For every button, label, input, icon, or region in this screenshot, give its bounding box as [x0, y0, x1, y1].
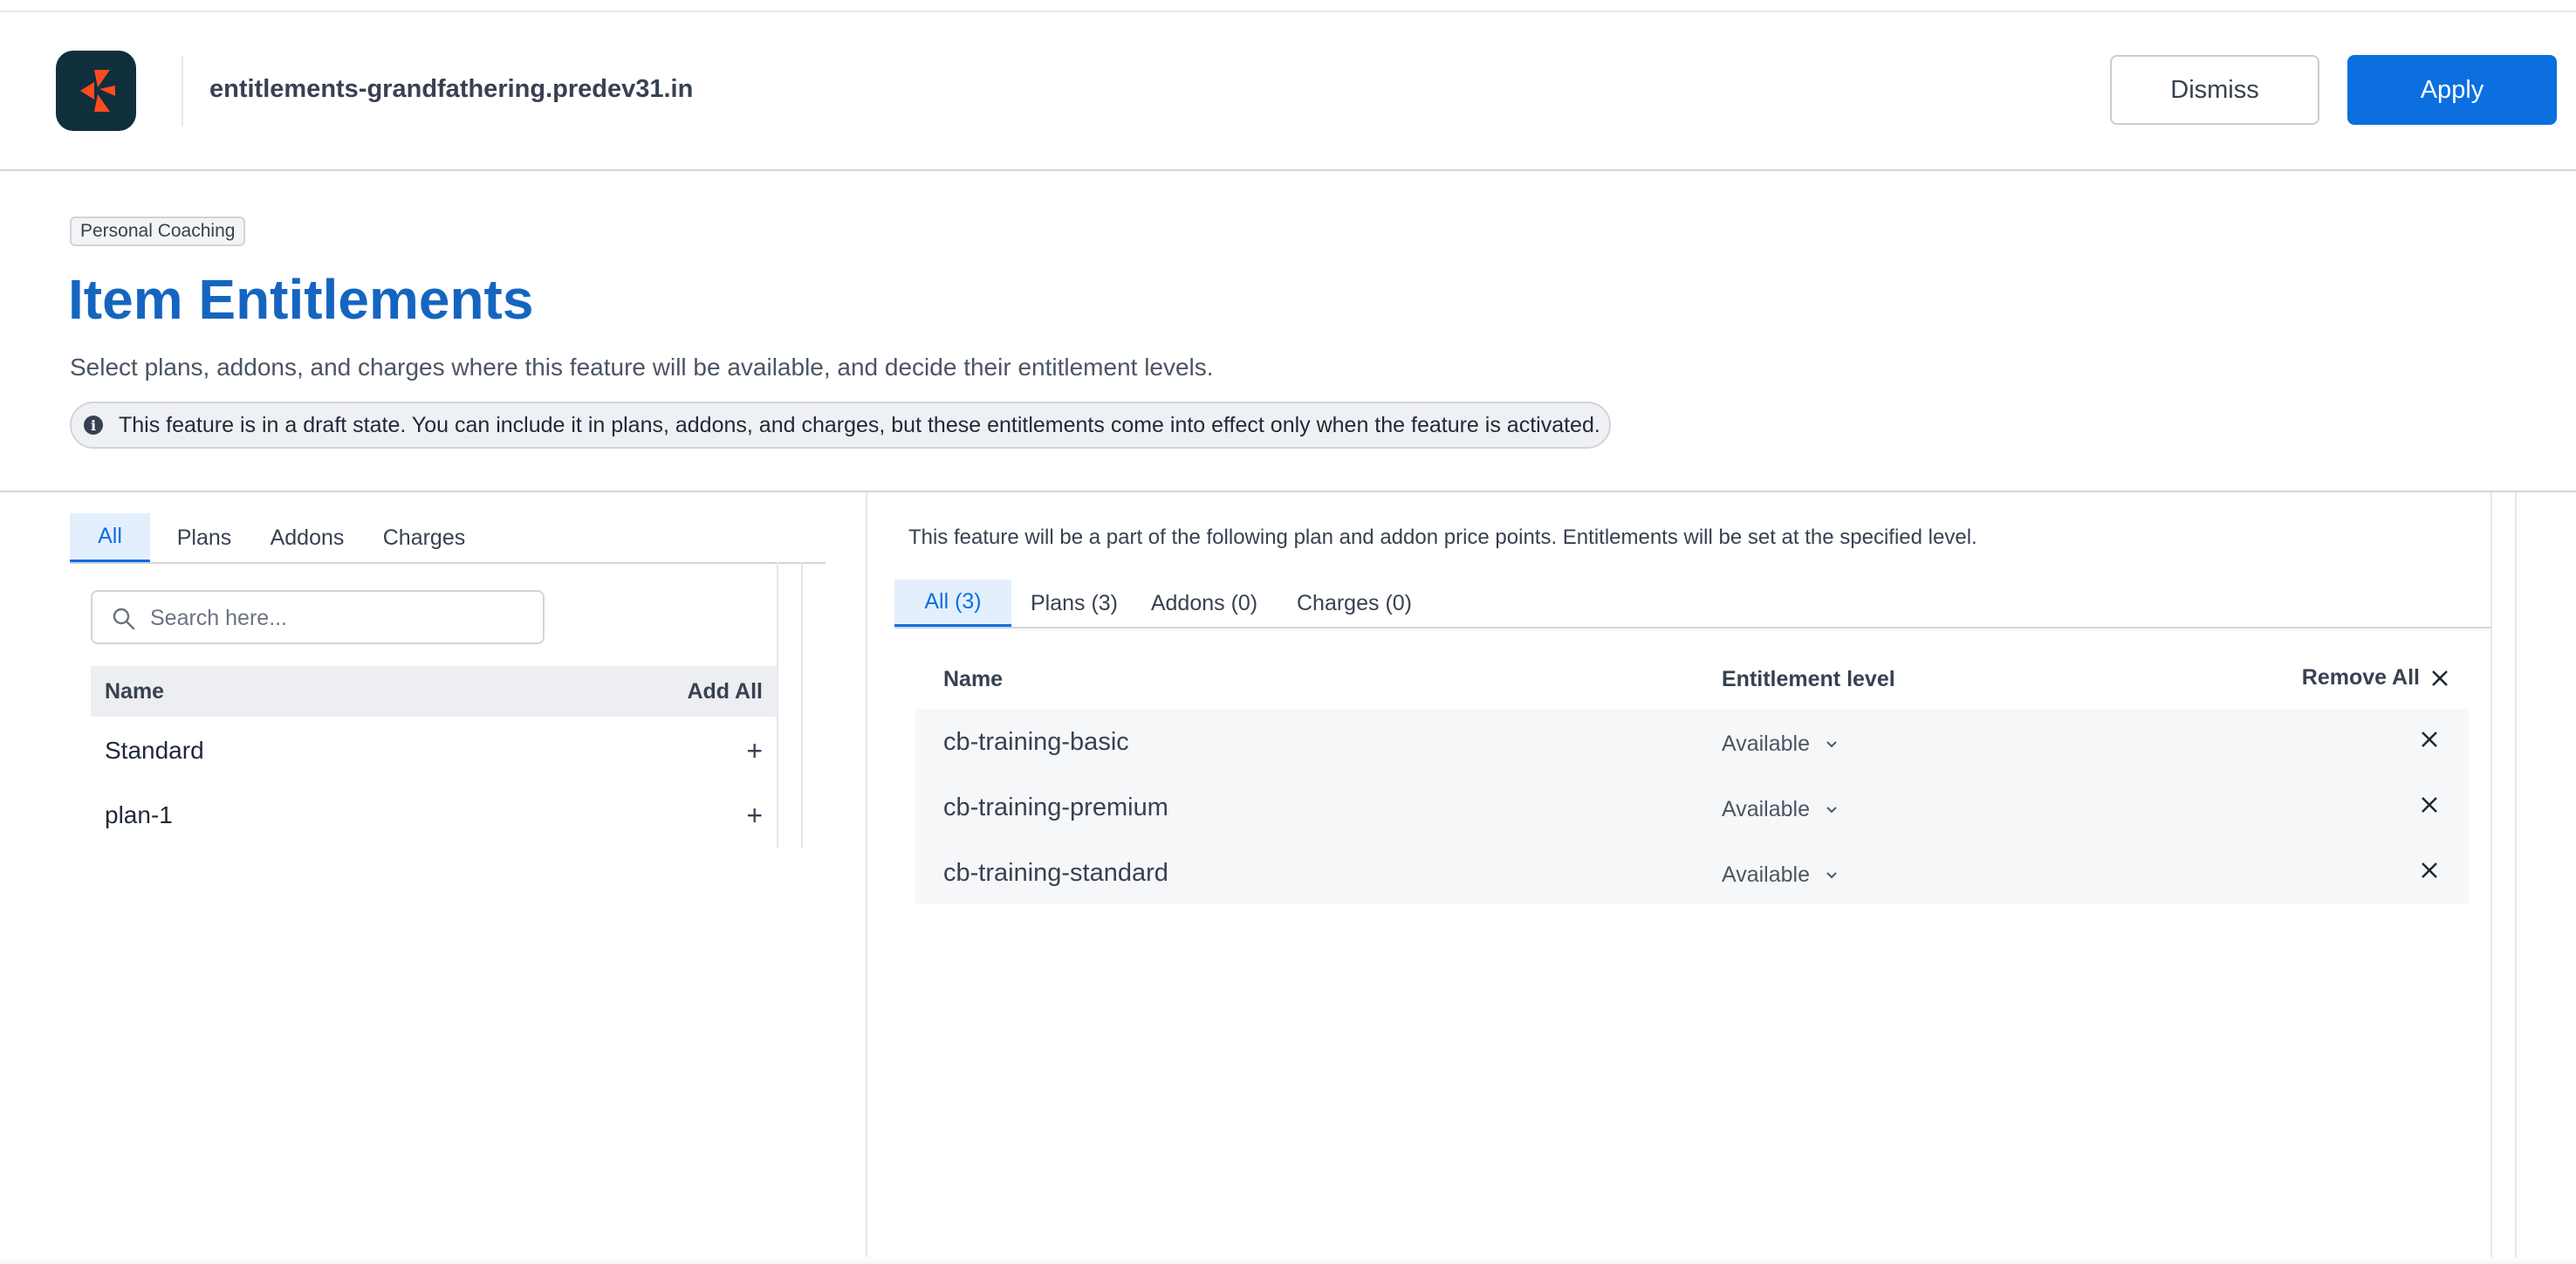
left-scrollbar[interactable] [777, 562, 803, 848]
item-name: Standard [105, 737, 204, 764]
logo-mark-icon [80, 70, 115, 112]
close-icon [2432, 670, 2448, 686]
panel-divider [866, 492, 867, 1264]
entitlement-level-select[interactable]: Available [1722, 862, 1838, 888]
search-box [91, 590, 545, 644]
app-header: entitlements-grandfathering.predev31.in … [0, 12, 2576, 171]
table-row: cb-training-premium Available [915, 776, 2469, 841]
remove-all-label: Remove All [2301, 665, 2420, 690]
entitlement-level-column-header: Entitlement level [1722, 667, 1895, 691]
bottom-edge [0, 1257, 2576, 1264]
tab-plans-selected[interactable]: Plans (3) [1022, 580, 1127, 627]
close-icon[interactable] [2420, 795, 2439, 814]
list-item: plan-1 + [91, 783, 777, 848]
tab-charges[interactable]: Charges [368, 513, 480, 562]
item-name: plan-1 [105, 801, 173, 828]
site-name: entitlements-grandfathering.predev31.in [209, 75, 694, 103]
left-tabs: All Plans Addons Charges [70, 513, 826, 564]
tab-all-selected[interactable]: All (3) [894, 580, 1011, 627]
tab-plans[interactable]: Plans [161, 513, 248, 562]
tab-addons-selected[interactable]: Addons (0) [1139, 580, 1270, 627]
plus-icon[interactable]: + [746, 800, 763, 832]
entitlement-level-select[interactable]: Available [1722, 797, 1838, 822]
table-row: cb-training-basic Available [915, 711, 2469, 775]
chevron-down-icon [1826, 806, 1837, 813]
chargebee-logo [56, 51, 136, 131]
chevron-down-icon [1826, 871, 1837, 878]
draft-notice: i This feature is in a draft state. You … [70, 402, 1611, 449]
right-table-header: Name Entitlement level Remove All [915, 655, 2469, 704]
right-scrollbar[interactable] [2490, 492, 2517, 1264]
remove-all-button[interactable]: Remove All [2302, 665, 2449, 690]
info-icon: i [84, 416, 103, 435]
selected-items-table: cb-training-basic Available cb-training-… [915, 709, 2469, 903]
tab-all[interactable]: All [70, 513, 150, 562]
close-icon[interactable] [2420, 730, 2439, 749]
name-column-header: Name [943, 667, 1004, 691]
feature-badge: Personal Coaching [70, 216, 246, 246]
entitlement-level-value: Available [1722, 732, 1811, 756]
close-icon[interactable] [2420, 861, 2439, 880]
search-input[interactable] [148, 601, 527, 635]
name-column-header: Name [105, 678, 165, 704]
entitlement-level-value: Available [1722, 797, 1811, 821]
row-name: cb-training-standard [943, 859, 1168, 887]
chevron-down-icon [1826, 740, 1837, 747]
table-row: cb-training-standard Available [915, 842, 2469, 906]
selection-note: This feature will be a part of the follo… [908, 526, 1977, 549]
section-divider [0, 491, 2576, 492]
header-divider [182, 56, 183, 126]
page-subtitle: Select plans, addons, and charges where … [70, 354, 1214, 381]
search-icon [113, 608, 135, 630]
entitlement-level-select[interactable]: Available [1722, 732, 1838, 757]
dismiss-button[interactable]: Dismiss [2110, 55, 2319, 125]
tab-addons[interactable]: Addons [257, 513, 358, 562]
tab-charges-selected[interactable]: Charges (0) [1282, 580, 1427, 627]
apply-button[interactable]: Apply [2347, 55, 2557, 125]
page-title: Item Entitlements [68, 268, 534, 331]
row-name: cb-training-basic [943, 728, 1129, 756]
left-table-header: Name Add All [91, 666, 777, 717]
right-tabs: All (3) Plans (3) Addons (0) Charges (0) [894, 580, 2491, 629]
list-item: Standard + [91, 718, 777, 783]
draft-notice-text: This feature is in a draft state. You ca… [119, 412, 1600, 437]
entitlement-level-value: Available [1722, 862, 1811, 887]
row-name: cb-training-premium [943, 793, 1168, 821]
plus-icon[interactable]: + [746, 735, 763, 767]
add-all-button[interactable]: Add All [687, 679, 763, 704]
